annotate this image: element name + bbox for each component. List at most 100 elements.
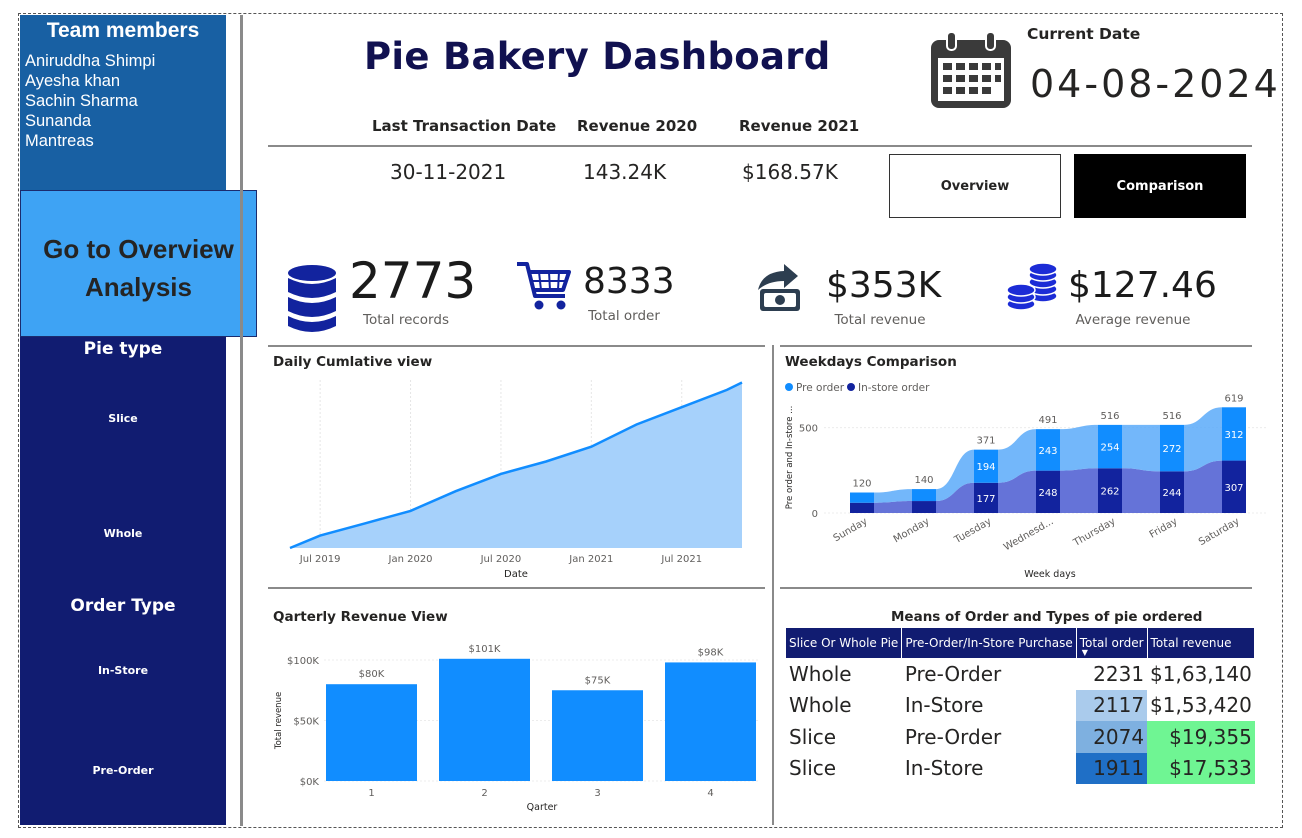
cell-purchase-type: In-Store — [904, 693, 984, 718]
cell-total-revenue: $19,355 — [1147, 721, 1255, 753]
total-revenue-value: $353K — [826, 265, 942, 306]
quarter-bar — [552, 690, 643, 781]
y-tick-label: $100K — [287, 656, 319, 667]
overview-button[interactable]: Overview — [889, 154, 1061, 218]
cell-pie-type: Whole — [789, 661, 852, 686]
total-label: 120 — [852, 479, 871, 490]
data-label: $101K — [468, 644, 500, 655]
order-type-option-preorder[interactable]: Pre-Order — [20, 764, 226, 777]
cell-pie-type: Slice — [789, 724, 837, 749]
y-tick-label: 0 — [812, 509, 818, 520]
quarter-bar — [439, 658, 530, 781]
cell-pie-type: Whole — [789, 693, 852, 718]
column-header-sorted[interactable]: Total order ▼ — [1076, 628, 1148, 658]
data-label: $98K — [698, 647, 724, 658]
x-tick-label: Jul 2019 — [299, 554, 341, 565]
total-label: 140 — [914, 475, 933, 486]
go-button-line2: Analysis — [85, 272, 192, 302]
ribbon-in-store — [1060, 468, 1098, 513]
weekdays-comparison-chart[interactable]: Pre order In-store order 0 500 Pre order and… — [780, 372, 1266, 584]
cell-total-order: 2231 — [1076, 658, 1148, 690]
column-header[interactable]: Total revenue — [1147, 628, 1256, 658]
comparison-button[interactable]: Comparison — [1074, 154, 1246, 218]
legend-marker-pre-order — [785, 383, 793, 391]
legend-marker-in-store — [847, 383, 855, 391]
cell-total-revenue: $1,63,140 — [1147, 658, 1255, 690]
means-table-title: Means of Order and Types of pie ordered — [891, 609, 1203, 625]
column-header[interactable]: Slice Or Whole Pie — [786, 628, 903, 658]
x-tick-label: Jan 2021 — [568, 554, 613, 565]
table-row[interactable]: Whole Pre-Order 2231 $1,63,140 — [786, 658, 1255, 690]
x-axis-title: Week days — [1024, 569, 1076, 580]
ribbon-pre-order — [1060, 424, 1098, 471]
daily-cumulative-title: Daily Cumlative view — [273, 354, 433, 370]
total-records-value: 2773 — [349, 252, 477, 310]
data-label: $75K — [585, 675, 611, 686]
y-tick-label: $0K — [300, 777, 320, 788]
x-tick-label: Jul 2020 — [480, 554, 522, 565]
cell-purchase-type: In-Store — [904, 756, 984, 781]
panel-border — [780, 345, 1252, 347]
order-type-title: Order Type — [70, 596, 176, 616]
database-icon — [288, 265, 336, 332]
money-share-icon — [758, 264, 800, 311]
total-label: 371 — [976, 436, 995, 447]
team-member: Sunanda — [25, 112, 92, 130]
x-tick-label: Sunday — [832, 516, 870, 544]
y-tick-label: 500 — [799, 424, 818, 435]
x-tick-label: Thursday — [1071, 516, 1118, 549]
team-member: Ayesha khan — [25, 72, 121, 90]
table-row[interactable]: Whole In-Store 2117 $1,53,420 — [786, 689, 1255, 721]
x-tick-label: Friday — [1148, 516, 1180, 541]
data-label: 244 — [1162, 488, 1181, 499]
quarterly-revenue-chart[interactable]: $0K $50K $100K Total revenue $80K 1 $101K 2 $75K… — [268, 630, 765, 820]
data-label: 262 — [1100, 487, 1119, 498]
quarterly-revenue-title: Qarterly Revenue View — [273, 609, 448, 625]
data-label: 248 — [1038, 488, 1057, 499]
data-label: 272 — [1162, 444, 1181, 455]
pie-type-option-slice[interactable]: Slice — [20, 412, 226, 425]
x-tick-label: 1 — [368, 788, 374, 799]
pie-type-option-whole[interactable]: Whole — [20, 527, 226, 540]
page-title: Pie Bakery Dashboard — [364, 35, 831, 78]
data-label: 312 — [1224, 430, 1243, 441]
table-row[interactable]: Slice Pre-Order 2074 $19,355 — [786, 721, 1255, 753]
bar-pre-order — [850, 492, 874, 503]
shopping-cart-icon — [517, 262, 571, 310]
panel-border — [268, 345, 765, 347]
panel-border — [268, 587, 765, 589]
column-header[interactable]: Pre-Order/In-Store Purchase — [901, 628, 1077, 658]
order-type-option-instore[interactable]: In-Store — [20, 664, 226, 677]
quarter-bar — [326, 684, 417, 781]
daily-cumulative-chart[interactable]: Jul 2019 Jan 2020 Jul 2020 Jan 2021 Jul 2021… — [268, 372, 765, 584]
team-member: Mantreas — [25, 132, 94, 150]
team-member-list: Aniruddha Shimpi Ayesha khan Sachin Shar… — [20, 51, 226, 151]
bar-pre-order — [912, 489, 936, 502]
total-order-label: Total order — [588, 308, 660, 324]
ribbon-in-store — [874, 501, 912, 513]
total-label: 619 — [1224, 393, 1243, 404]
y-axis-title: Pre order and In-store ... — [785, 406, 795, 510]
ribbon-in-store — [1122, 468, 1160, 513]
panel-divider — [772, 345, 774, 825]
y-axis-title: Total revenue — [274, 692, 284, 750]
x-tick-label: 4 — [707, 788, 713, 799]
current-date-value: 04-08-2024 — [1030, 62, 1281, 106]
data-label: 194 — [976, 462, 995, 473]
x-axis-title: Date — [504, 569, 528, 580]
x-tick-label: 3 — [594, 788, 600, 799]
x-axis-title: Qarter — [527, 802, 558, 813]
total-label: 516 — [1100, 411, 1119, 422]
table-row[interactable]: Slice In-Store 1911 $17,533 — [786, 752, 1255, 784]
cell-purchase-type: Pre-Order — [904, 661, 1002, 686]
table-header-row: Slice Or Whole Pie Pre-Order/In-Store Pu… — [786, 628, 1256, 658]
x-tick-label: Wednesd... — [1002, 516, 1055, 553]
revenue-2020-value: 143.24K — [583, 160, 667, 184]
current-date-label: Current Date — [1027, 25, 1141, 43]
coins-icon — [1006, 262, 1058, 311]
last-transaction-label: Last Transaction Date — [372, 117, 557, 135]
total-records-label: Total records — [363, 312, 449, 328]
average-revenue-value: $127.46 — [1068, 265, 1217, 306]
revenue-2020-label: Revenue 2020 — [577, 117, 698, 135]
go-to-overview-button[interactable]: Go to Overview Analysis — [20, 190, 257, 337]
